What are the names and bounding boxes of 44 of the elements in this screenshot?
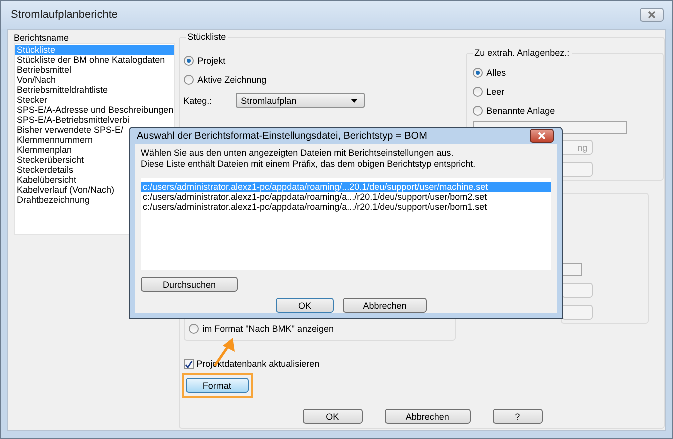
- browse-button[interactable]: Durchsuchen: [141, 277, 238, 292]
- list-label: Berichtsname: [14, 33, 70, 43]
- dialog-button[interactable]: Abbrechen: [343, 298, 427, 313]
- radio-button[interactable]: [472, 68, 483, 78]
- message-text: Wählen Sie aus den unten angezeigten Dateien mit Berichtseinstellungen aus.: [141, 148, 455, 159]
- radio-label: Leer: [486, 86, 505, 96]
- radio-label: Alles: [486, 68, 506, 78]
- file-list-item[interactable]: c:/users/administrator.alexz1-pc/appdata/roaming/a.../r20.1/deu/support/user/bom2.set: [141, 192, 551, 202]
- input-field[interactable]: [562, 263, 582, 276]
- report-list-item[interactable]: Betriebsmittel: [15, 65, 174, 75]
- close-icon: [537, 132, 547, 140]
- dialog-title: Auswahl der Berichtsformat-Einstellungsdatei, Berichtstyp = BOM: [136, 130, 428, 142]
- report-list-item[interactable]: SPS-E/A-Betriebsmittelverbi: [15, 115, 174, 125]
- checkmark-icon: [184, 360, 193, 368]
- format-button[interactable]: Format: [186, 378, 249, 393]
- report-list-item[interactable]: SPS-E/A-Adresse und Beschreibungen: [15, 105, 174, 115]
- report-list-item[interactable]: Stecker: [15, 95, 174, 105]
- report-list-item[interactable]: Stückliste der BM ohne Katalogdaten: [15, 55, 174, 65]
- radio-button[interactable]: [188, 324, 199, 334]
- radio-label: Projekt: [198, 56, 226, 66]
- radio-button[interactable]: [184, 74, 194, 84]
- report-list-item[interactable]: Betriebsmitteldrahtliste: [15, 85, 174, 95]
- close-icon: [646, 11, 658, 19]
- dialog-button[interactable]: OK: [276, 298, 334, 313]
- caret-icon: [351, 98, 358, 102]
- radio-label: Aktive Zeichnung: [198, 74, 267, 84]
- file-list-item[interactable]: c:/users/administrator.alexz1-pc/appdata/roaming/a.../r20.1/deu/support/user/bom1.set: [141, 202, 551, 212]
- category-dropdown[interactable]: Stromlaufplan: [236, 93, 366, 108]
- report-list-item[interactable]: Von/Nach: [15, 75, 174, 85]
- radio-button[interactable]: [184, 56, 194, 66]
- group-title: Stückliste: [186, 32, 228, 43]
- dialog-button[interactable]: Abbrechen: [384, 409, 471, 424]
- radio-label: Benannte Anlage: [486, 106, 556, 116]
- radio-label: im Format "Nach BMK" anzeigen: [202, 324, 334, 334]
- radio-button[interactable]: [472, 106, 483, 116]
- radio-button[interactable]: [472, 86, 483, 96]
- close-button[interactable]: [530, 129, 554, 143]
- message-text: Diese Liste enthält Dateien mit einem Präfix, das dem obigen Berichtstyp entspricht.: [141, 159, 477, 170]
- group-title: Zu extrah. Anlagenbez.:: [472, 48, 572, 59]
- category-label: Kateg.:: [184, 96, 212, 106]
- checkbox[interactable]: [184, 359, 194, 369]
- window-title: Stromlaufplanberichte: [11, 9, 118, 21]
- dialog-button[interactable]: ?: [492, 409, 543, 424]
- dialog-button[interactable]: OK: [302, 409, 363, 424]
